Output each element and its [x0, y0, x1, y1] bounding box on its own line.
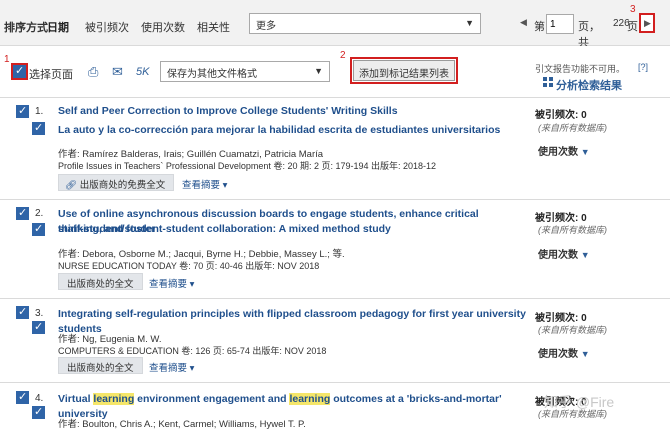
record-3-times-cited: 被引频次: 0: [535, 313, 587, 324]
pager-prefix: 第: [534, 21, 545, 33]
sort-option-relevance[interactable]: 相关性: [197, 19, 230, 35]
step-label-1: 1: [4, 54, 10, 65]
record-1-mark-checkbox[interactable]: ✓: [32, 122, 45, 135]
search-term-highlight: learning: [93, 393, 135, 405]
search-term-highlight: learning: [289, 393, 331, 405]
link-icon: 🔗︎: [65, 180, 80, 191]
record-3-usage-count[interactable]: 使用次数 ▼: [538, 345, 590, 360]
add-to-marked-list-button[interactable]: 添加到标记结果列表: [353, 60, 455, 81]
sort-option-times-cited[interactable]: 被引频次: [85, 19, 129, 35]
record-2-mark-checkbox[interactable]: ✓: [32, 223, 45, 236]
sort-option-date[interactable]: 日期: [47, 19, 69, 35]
record-4-mark-checkbox[interactable]: ✓: [32, 406, 45, 419]
record-1-view-abstract[interactable]: 查看摘要 ▾: [182, 177, 227, 191]
record-4-authors: 作者: Boulton, Chris A.; Kent, Carmel; Wil…: [58, 419, 306, 430]
analyze-results-link[interactable]: 分析检索结果: [556, 77, 622, 93]
record-1-authors: 作者: Ramírez Balderas, Irais; Guillén Cua…: [58, 149, 324, 160]
record-2-checkbox[interactable]: ✓: [16, 207, 29, 220]
citation-help-link[interactable]: [?]: [638, 62, 648, 72]
record-1-fulltext-label: 出版商处的免费全文: [79, 180, 166, 191]
prev-page-icon[interactable]: ◀: [520, 17, 527, 28]
sort-bar: 排序方式: 日期 被引频次 使用次数 相关性 更多 ▼ ◀ 第 页，共 226 …: [0, 0, 670, 49]
next-page-icon: ▶: [644, 18, 651, 28]
record-2-source: NURSE EDUCATION TODAY 卷: 70 页: 40-46 出版年…: [58, 261, 320, 271]
chevron-down-icon: ▼: [580, 250, 590, 260]
print-icon[interactable]: ⎙: [88, 64, 98, 80]
watermark: 知乎 @Fire: [544, 394, 615, 410]
sort-label: 排序方式:: [4, 22, 52, 34]
record-2-fulltext-button[interactable]: 出版商处的全文: [58, 273, 143, 290]
record-1-usage-count[interactable]: 使用次数 ▼: [538, 143, 590, 158]
chevron-down-icon: ▼: [465, 18, 474, 28]
chevron-down-icon: ▼: [580, 147, 590, 157]
record-4-number: 4.: [35, 393, 44, 404]
step-label-3: 3: [630, 4, 636, 15]
record-1-number: 1.: [35, 106, 44, 117]
record-1-title[interactable]: Self and Peer Correction to Improve Coll…: [58, 104, 508, 119]
save-format-dropdown[interactable]: 保存为其他文件格式 ▼: [160, 61, 330, 82]
record-2-times-cited: 被引频次: 0: [535, 213, 587, 224]
record-divider: [0, 382, 670, 383]
sort-option-usage[interactable]: 使用次数: [141, 19, 185, 35]
page-number-input[interactable]: [546, 14, 574, 34]
record-3-authors: 作者: Ng, Eugenia M. W.: [58, 334, 162, 345]
chevron-down-icon: ▼: [314, 66, 323, 76]
email-icon[interactable]: ✉: [112, 64, 123, 80]
export-5k-button[interactable]: 5K: [136, 66, 149, 78]
select-page-label: 选择页面: [29, 69, 73, 81]
record-divider: [0, 199, 670, 200]
record-3-fulltext-button[interactable]: 出版商处的全文: [58, 357, 143, 374]
save-format-value: 保存为其他文件格式: [167, 69, 257, 80]
record-3-cited-source: (来自所有数据库): [538, 325, 607, 335]
record-2-cited-source: (来自所有数据库): [538, 225, 607, 235]
step-label-2: 2: [340, 50, 346, 61]
record-2-usage-count[interactable]: 使用次数 ▼: [538, 246, 590, 261]
pager-suffix: 页: [627, 21, 638, 33]
record-1-checkbox[interactable]: ✓: [16, 105, 29, 118]
record-3-checkbox[interactable]: ✓: [16, 306, 29, 319]
record-2-authors: 作者: Debora, Osborne M.; Jacqui, Byrne H.…: [58, 249, 345, 260]
record-1-cited-source: (来自所有数据库): [538, 123, 607, 133]
record-divider: [0, 298, 670, 299]
citation-report-note: 引文报告功能不可用。: [535, 64, 626, 74]
analyze-icon: [543, 77, 553, 87]
record-3-view-abstract[interactable]: 查看摘要 ▾: [149, 360, 194, 374]
record-3-mark-checkbox[interactable]: ✓: [32, 321, 45, 334]
record-1-subtitle[interactable]: La auto y la co-corrección para mejorar …: [58, 124, 500, 136]
record-2-number: 2.: [35, 208, 44, 219]
record-1-times-cited: 被引频次: 0: [535, 110, 587, 121]
next-page-button[interactable]: ▶: [639, 13, 655, 33]
record-2-view-abstract[interactable]: 查看摘要 ▾: [149, 276, 194, 290]
sort-more-dropdown[interactable]: 更多 ▼: [249, 13, 481, 34]
select-page-checkbox[interactable]: ✓: [13, 65, 26, 78]
record-2-title-line2[interactable]: staff-student/student-student collaborat…: [58, 222, 508, 237]
sort-more-value: 更多: [256, 21, 276, 32]
record-1-fulltext-button[interactable]: 🔗︎ 出版商处的免费全文: [58, 174, 175, 191]
chevron-down-icon: ▼: [580, 349, 590, 359]
record-3-source: COMPUTERS & EDUCATION 卷: 126 页: 65-74 出版…: [58, 346, 327, 356]
record-3-number: 3.: [35, 308, 44, 319]
record-1-source: Profile Issues in Teachers` Professional…: [58, 161, 437, 171]
record-4-checkbox[interactable]: ✓: [16, 391, 29, 404]
